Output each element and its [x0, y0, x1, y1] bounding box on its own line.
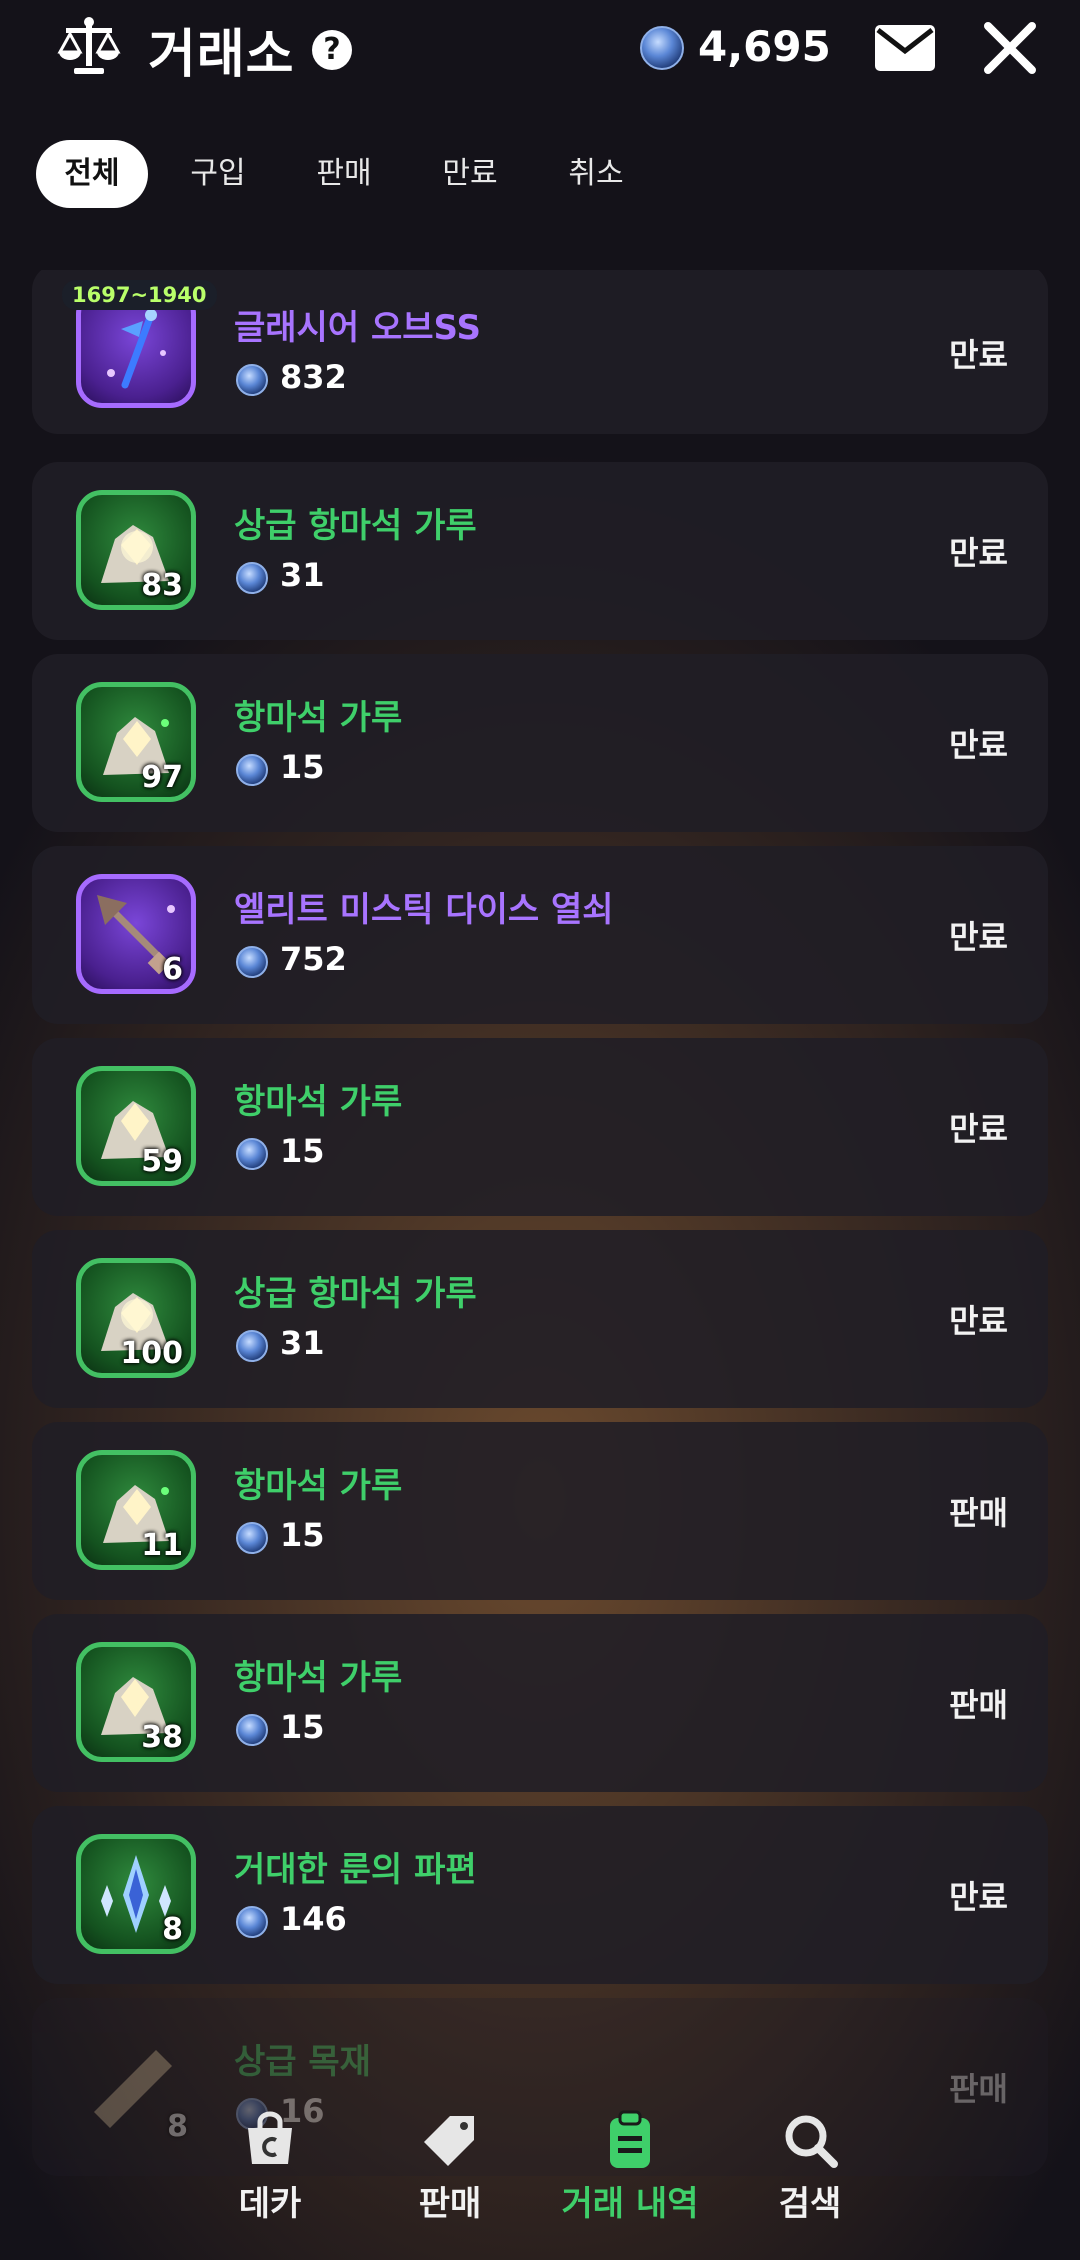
- tab-buy[interactable]: 구입: [176, 140, 260, 208]
- item-quantity: 59: [141, 1144, 183, 1179]
- currency-coin-icon: [236, 754, 268, 786]
- item-price: 15: [280, 1516, 325, 1554]
- item-price: 15: [280, 748, 325, 786]
- item-name: 거대한 룬의 파편: [234, 1850, 477, 1890]
- tag-icon: [424, 2116, 474, 2166]
- list-item[interactable]: 97 항마석 가루 15 만료: [32, 654, 1048, 832]
- item-price: 31: [280, 1324, 325, 1362]
- nav-label: 판매: [418, 2184, 482, 2224]
- nav-label: 데카: [238, 2184, 302, 2224]
- item-price: 31: [280, 556, 325, 594]
- currency-coin-icon: [236, 1714, 268, 1746]
- transaction-list: 1697~1940 글래시어 오브SS 832 만료 83 상급 항마석 가루: [0, 270, 1080, 2260]
- item-quantity: 38: [141, 1720, 183, 1755]
- list-item[interactable]: 1697~1940 글래시어 오브SS 832 만료: [32, 270, 1048, 434]
- ore-icon: 97: [76, 682, 196, 802]
- item-name: 글래시어 오브SS: [234, 308, 481, 348]
- item-name: 항마석 가루: [234, 698, 403, 738]
- list-item[interactable]: 11 항마석 가루 15 판매: [32, 1422, 1048, 1600]
- status-label: 판매: [949, 1686, 1008, 1724]
- status-label: 만료: [949, 1302, 1008, 1340]
- bag-icon: [248, 2111, 292, 2164]
- item-name: 상급 항마석 가루: [234, 1274, 477, 1314]
- currency-coin-icon: [640, 26, 684, 70]
- item-quantity: 97: [141, 760, 183, 795]
- tab-sell[interactable]: 판매: [302, 140, 386, 208]
- currency-coin-icon: [236, 1138, 268, 1170]
- search-icon: [785, 2115, 838, 2168]
- ore-icon: 59: [76, 1066, 196, 1186]
- status-label: 만료: [949, 1110, 1008, 1148]
- ore-icon: 100: [76, 1258, 196, 1378]
- list-item[interactable]: 100 상급 항마석 가루 31 만료: [32, 1230, 1048, 1408]
- level-range-badge: 1697~1940: [62, 280, 217, 310]
- item-name: 항마석 가루: [234, 1466, 403, 1506]
- ore-icon: 83: [76, 490, 196, 610]
- nav-sell[interactable]: 판매: [360, 2110, 540, 2250]
- item-name: 상급 항마석 가루: [234, 506, 477, 546]
- list-item[interactable]: 38 항마석 가루 15 판매: [32, 1614, 1048, 1792]
- clipboard-icon: [610, 2110, 650, 2168]
- item-price: 832: [280, 358, 347, 396]
- header: 거래소 ? 4,695: [0, 0, 1080, 100]
- item-name: 항마석 가루: [234, 1082, 403, 1122]
- list-item[interactable]: 8 거대한 룬의 파편 146 만료: [32, 1806, 1048, 1984]
- currency-coin-icon: [236, 562, 268, 594]
- tab-expired[interactable]: 만료: [428, 140, 512, 208]
- status-label: 만료: [949, 534, 1008, 572]
- item-price: 15: [280, 1132, 325, 1170]
- item-name: 엘리트 미스틱 다이스 열쇠: [234, 890, 614, 930]
- crystal-icon: 8: [76, 1834, 196, 1954]
- currency-balance: 4,695: [698, 22, 831, 71]
- nav-history[interactable]: 거래 내역: [540, 2110, 720, 2250]
- currency-coin-icon: [236, 1522, 268, 1554]
- status-label: 만료: [949, 918, 1008, 956]
- status-label: 만료: [949, 1878, 1008, 1916]
- currency-coin-icon: [236, 364, 268, 396]
- currency-coin-icon: [236, 1906, 268, 1938]
- mail-icon[interactable]: [874, 24, 936, 72]
- tab-all[interactable]: 전체: [36, 140, 148, 208]
- page-title: 거래소: [148, 25, 295, 85]
- item-quantity: 83: [141, 568, 183, 603]
- list-item[interactable]: 6 엘리트 미스틱 다이스 열쇠 752 만료: [32, 846, 1048, 1024]
- currency-coin-icon: [236, 946, 268, 978]
- status-label: 판매: [949, 1494, 1008, 1532]
- ore-icon: 11: [76, 1450, 196, 1570]
- close-icon[interactable]: [982, 20, 1038, 76]
- item-quantity: 8: [162, 1912, 183, 1947]
- currency-coin-icon: [236, 1330, 268, 1362]
- item-price: 752: [280, 940, 347, 978]
- tab-cancel[interactable]: 취소: [554, 140, 638, 208]
- question-icon[interactable]: ?: [312, 30, 352, 70]
- nav-search[interactable]: 검색: [720, 2110, 900, 2250]
- list-item[interactable]: 83 상급 항마석 가루 31 만료: [32, 462, 1048, 640]
- item-quantity: 6: [162, 952, 183, 987]
- key-icon: 6: [76, 874, 196, 994]
- bottom-nav: 데카 판매 거래 내역 검색: [0, 2100, 1080, 2260]
- item-quantity: 11: [141, 1528, 183, 1563]
- status-label: 만료: [949, 336, 1008, 374]
- status-label: 만료: [949, 726, 1008, 764]
- filter-tabs: 전체 구입 판매 만료 취소: [0, 140, 1080, 208]
- scale-icon: [57, 17, 121, 74]
- list-item[interactable]: 59 항마석 가루 15 만료: [32, 1038, 1048, 1216]
- nav-label: 검색: [778, 2184, 842, 2224]
- item-name: 항마석 가루: [234, 1658, 403, 1698]
- item-quantity: 100: [120, 1336, 183, 1371]
- nav-deka[interactable]: 데카: [180, 2110, 360, 2250]
- item-name: 상급 목재: [234, 2042, 371, 2082]
- ore-icon: 38: [76, 1642, 196, 1762]
- item-price: 146: [280, 1900, 347, 1938]
- nav-label: 거래 내역: [561, 2184, 699, 2224]
- item-price: 15: [280, 1708, 325, 1746]
